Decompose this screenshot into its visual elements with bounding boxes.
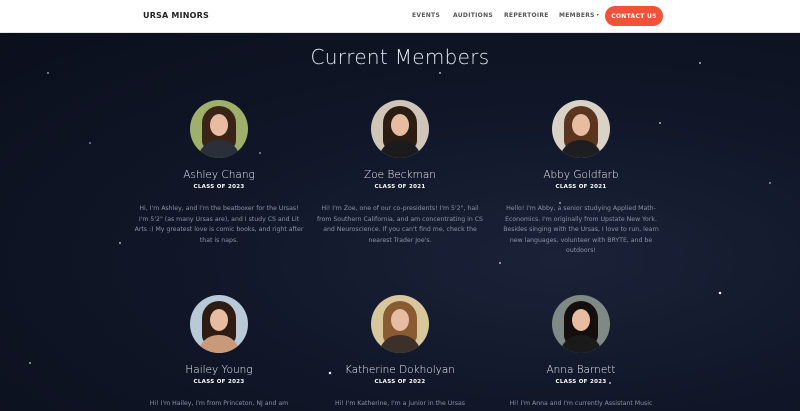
avatar	[371, 295, 429, 353]
member-class: CLASS OF 2022	[374, 379, 426, 385]
member-bio: Hi! I'm Hailey, I'm from Princeton, NJ a…	[149, 400, 289, 407]
member-card: Hailey Young CLASS OF 2023 Hi! I'm Haile…	[124, 295, 314, 410]
member-class: CLASS OF 2023	[193, 184, 245, 190]
member-card: Katherine Dokholyan CLASS OF 2022 Hi! I'…	[305, 295, 495, 410]
nav-link-members-label: MEMBERS	[559, 12, 595, 19]
member-name: Zoe Beckman	[364, 169, 436, 181]
avatar-face	[210, 114, 228, 136]
member-card: Anna Barnett CLASS OF 2023 Hi! I'm Anna …	[486, 295, 676, 410]
avatar	[190, 100, 248, 158]
member-name: Katherine Dokholyan	[345, 364, 455, 376]
avatar-face	[210, 309, 228, 331]
member-bio: Hello! I'm Abby, a senior studying Appli…	[503, 205, 659, 254]
nav-link-events[interactable]: EVENTS	[412, 12, 440, 19]
member-class: CLASS OF 2021	[374, 184, 426, 190]
member-name: Abby Goldfarb	[543, 169, 619, 181]
nav-link-members[interactable]: MEMBERS ▾	[559, 12, 599, 19]
member-name: Anna Barnett	[546, 364, 616, 376]
contact-us-button[interactable]: CONTACT US	[605, 6, 663, 26]
chevron-down-icon: ▾	[596, 12, 600, 17]
member-card: Zoe Beckman CLASS OF 2021 Hi! I'm Zoe, o…	[305, 100, 495, 246]
avatar	[552, 295, 610, 353]
member-bio: Hi, I'm Ashley, and I'm the beatboxer fo…	[134, 205, 304, 244]
member-name: Ashley Chang	[183, 169, 255, 181]
member-bio: Hi! I'm Katherine, I'm a junior in the U…	[334, 400, 466, 407]
nav-link-auditions[interactable]: AUDITIONS	[453, 12, 493, 19]
member-class: CLASS OF 2021	[555, 184, 607, 190]
avatar-face	[391, 114, 409, 136]
avatar-face	[572, 114, 590, 136]
avatar	[371, 100, 429, 158]
member-bio: Hi! I'm Zoe, one of our co-presidents! I…	[316, 205, 483, 244]
avatar-face	[572, 309, 590, 331]
page-title: Current Members	[310, 45, 490, 69]
member-card: Ashley Chang CLASS OF 2023 Hi, I'm Ashle…	[124, 100, 314, 246]
avatar-face	[391, 309, 409, 331]
avatar	[190, 295, 248, 353]
brand-logo[interactable]: URSA MINORS	[143, 11, 209, 20]
member-class: CLASS OF 2023	[193, 379, 245, 385]
member-class: CLASS OF 2023	[555, 379, 607, 385]
top-navigation: URSA MINORS EVENTS AUDITIONS REPERTOIRE …	[0, 0, 800, 33]
member-bio: Hi! I'm Anna and I'm currently Assistant…	[509, 400, 653, 407]
member-card: Abby Goldfarb CLASS OF 2021 Hello! I'm A…	[486, 100, 676, 257]
member-name: Hailey Young	[185, 364, 253, 376]
nav-link-repertoire[interactable]: REPERTOIRE	[504, 12, 549, 19]
avatar	[552, 100, 610, 158]
